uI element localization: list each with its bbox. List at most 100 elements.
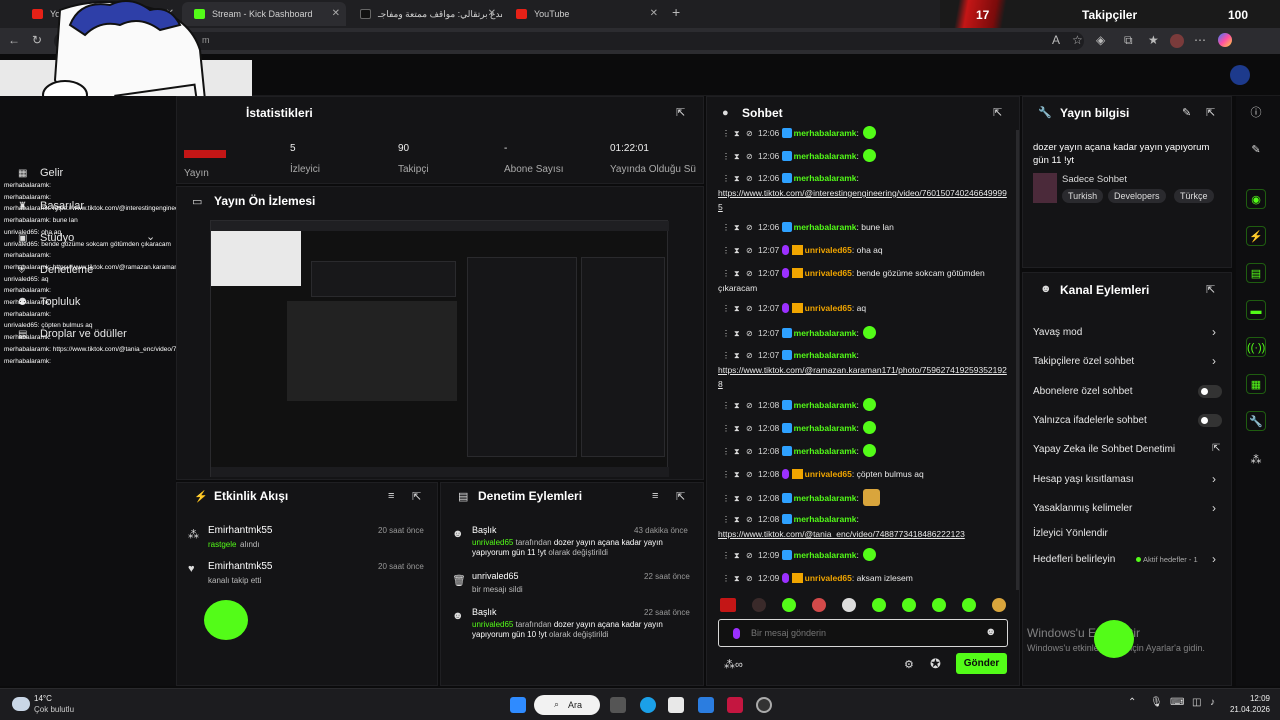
ban-icon[interactable]: ⊘ [746,468,753,482]
timeout-icon[interactable]: ⧗ [734,302,740,316]
emotes-only-toggle[interactable] [1198,414,1222,427]
mail-icon[interactable] [698,697,714,713]
emote-white[interactable] [842,598,856,612]
user-avatar[interactable] [1230,65,1250,85]
action-redirect-viewers[interactable]: İzleyici Yönlendir [1033,528,1108,539]
ban-icon[interactable]: ⊘ [746,549,753,563]
timeout-icon[interactable]: ⧗ [734,172,740,186]
filter-icon[interactable]: ≡ [652,490,658,502]
chat-link[interactable]: https://www.tiktok.com/@tania_enc/video/… [718,529,965,539]
timeout-icon[interactable]: ⧗ [734,327,740,341]
obs-icon[interactable] [756,697,772,713]
copilot-icon[interactable] [1218,33,1232,47]
message-menu-icon[interactable]: ⋮ [722,399,730,413]
message-menu-icon[interactable]: ⋮ [722,549,730,563]
ban-icon[interactable]: ⊘ [746,399,753,413]
timeout-icon[interactable]: ⧗ [734,549,740,563]
lightning-icon[interactable]: ⚡ [1246,226,1266,246]
windows-start-icon[interactable] [510,697,526,713]
chat-link[interactable]: https://www.tiktok.com/@interestingengin… [718,188,1007,212]
chevron-up-icon[interactable]: ⌃ [1128,697,1136,708]
action-set-goals[interactable]: Hedefleri belirleyin [1033,554,1115,565]
extension-icon[interactable]: ◈ [1096,33,1105,47]
emote-green[interactable] [782,598,796,612]
expand-icon[interactable]: ⇱ [1206,283,1215,296]
external-link-icon[interactable]: ⇱ [1212,443,1220,454]
action-emotes-only[interactable]: Yalnızca ifadelerle sohbet [1033,415,1147,426]
chevron-right-icon[interactable]: › [1212,354,1216,368]
chat-username[interactable]: merhabalaramk [794,222,857,232]
info-icon[interactable]: ⓘ [1246,103,1266,123]
message-menu-icon[interactable]: ⋮ [722,172,730,186]
action-ai-moderation[interactable]: Yapay Zeka ile Sohbet Denetimi [1033,444,1175,455]
chat-username[interactable]: unrivaled65 [805,573,852,583]
expand-icon[interactable]: ⇱ [676,106,685,119]
chat-username[interactable]: merhabalaramk [794,400,857,410]
chat-username[interactable]: merhabalaramk [794,128,857,138]
ban-icon[interactable]: ⊘ [746,445,753,459]
taskbar-search[interactable]: ⌕ Ara [534,695,600,715]
message-menu-icon[interactable]: ⋮ [722,422,730,436]
pencil-icon[interactable]: ✎ [1246,140,1266,160]
chat-username[interactable]: merhabalaramk [794,514,857,524]
tag-pill[interactable]: Turkish [1062,189,1104,203]
expand-icon[interactable]: ⇱ [993,106,1002,119]
message-menu-icon[interactable]: ⋮ [722,244,730,258]
expand-icon[interactable]: ⇱ [412,490,421,503]
message-menu-icon[interactable]: ⋮ [722,492,730,506]
chat-username[interactable]: merhabalaramk [794,173,857,183]
timeout-icon[interactable]: ⧗ [734,422,740,436]
chat-username[interactable]: unrivaled65 [805,303,852,313]
dots-icon[interactable]: ⁂ [1246,450,1266,470]
message-menu-icon[interactable]: ⋮ [722,468,730,482]
message-menu-icon[interactable]: ⋮ [722,513,730,527]
chat-username[interactable]: merhabalaramk [794,151,857,161]
message-menu-icon[interactable]: ⋮ [722,302,730,316]
keyboard-icon[interactable]: ⌨ [1170,697,1184,708]
message-menu-icon[interactable]: ⋮ [722,327,730,341]
document-icon[interactable]: ▤ [1246,263,1266,283]
chat-icon[interactable]: ▬ [1246,300,1266,320]
timeout-icon[interactable]: ⧗ [734,127,740,141]
emote-kick-red[interactable] [720,598,736,612]
tab-youtube-2[interactable]: YouTube ✕ [504,2,664,26]
emote-green[interactable] [962,598,976,612]
timeout-icon[interactable]: ⧗ [734,399,740,413]
ban-icon[interactable]: ⊘ [746,267,753,281]
volume-icon[interactable]: ♪ [1210,697,1215,708]
ban-icon[interactable]: ⊘ [746,513,753,527]
timeout-icon[interactable]: ⧗ [734,349,740,363]
ban-icon[interactable]: ⊘ [746,244,753,258]
message-menu-icon[interactable]: ⋮ [722,127,730,141]
broadcast-icon[interactable]: ((·)) [1246,337,1266,357]
timeout-icon[interactable]: ⧗ [734,150,740,164]
read-aloud-icon[interactable]: A [1052,33,1060,47]
dots-icon[interactable]: ⁂∞ [724,658,743,671]
favorites-icon[interactable]: ★ [1148,33,1159,47]
task-view-icon[interactable] [610,697,626,713]
chat-scrollbar[interactable] [1016,130,1019,590]
wrench-icon[interactable]: 🔧 [1246,411,1266,431]
profile-avatar[interactable] [1170,34,1184,48]
action-banned-words[interactable]: Yasaklanmış kelimeler [1033,503,1132,514]
emote-green[interactable] [872,598,886,612]
ban-icon[interactable]: ⊘ [746,327,753,341]
action-slow-mode[interactable]: Yavaş mod [1033,327,1082,338]
chat-link[interactable]: https://www.tiktok.com/@ramazan.karaman1… [718,365,1007,389]
gear-icon[interactable]: ⚙ [904,658,914,671]
emote-red[interactable] [812,598,826,612]
chat-username[interactable]: merhabalaramk [794,350,857,360]
close-icon[interactable]: ✕ [650,2,658,26]
chevron-right-icon[interactable]: › [1212,325,1216,339]
tab-tiktok[interactable]: ضفدع برتقالي: مواقف ممتعة ومفاجـ ✕ [348,2,502,26]
more-icon[interactable]: ⋯ [1194,33,1206,47]
emote-green[interactable] [932,598,946,612]
ban-icon[interactable]: ⊘ [746,422,753,436]
network-icon[interactable]: ◫ [1192,697,1201,708]
emote-face[interactable] [752,598,766,612]
timeout-icon[interactable]: ⧗ [734,221,740,235]
message-menu-icon[interactable]: ⋮ [722,267,730,281]
ban-icon[interactable]: ⊘ [746,127,753,141]
emote-green[interactable] [902,598,916,612]
star-icon[interactable]: ☆ [1072,33,1083,47]
